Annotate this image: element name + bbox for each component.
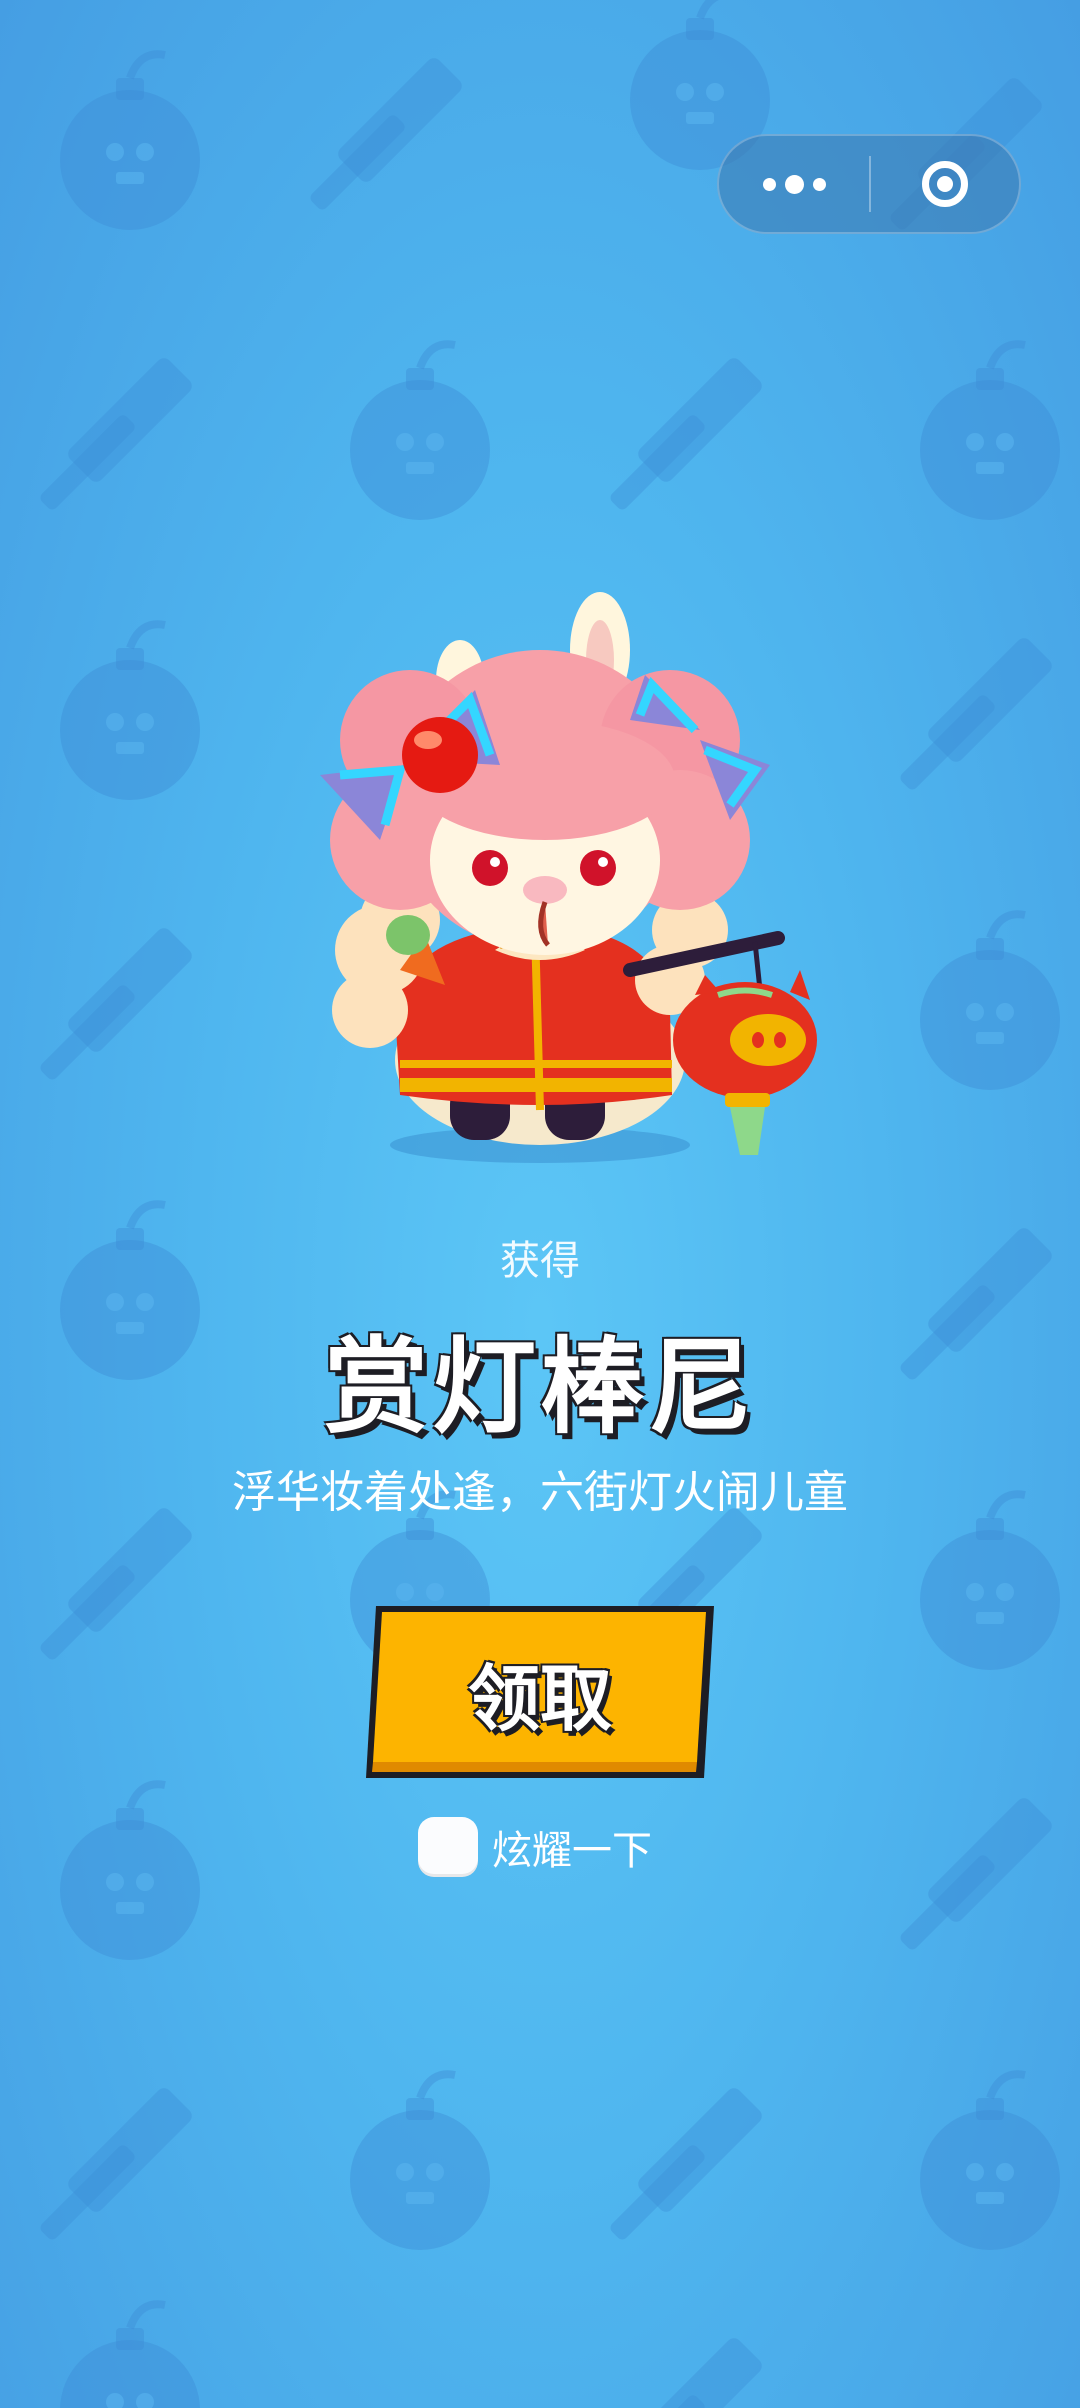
background-pattern	[38, 0, 1080, 2408]
share-label: 炫耀一下	[492, 1828, 652, 1874]
share-toggle[interactable]: 炫耀一下	[418, 1816, 652, 1878]
claim-button[interactable]: 领取	[362, 1600, 718, 1784]
item-description: 浮华妆着处逢，六街灯火闹儿童	[232, 1467, 848, 1518]
miniprogram-capsule	[717, 134, 1021, 234]
claim-button-label: 领取	[467, 1656, 612, 1741]
item-name: 赏灯棒尼	[323, 1326, 756, 1448]
obtain-label: 获得	[500, 1238, 580, 1284]
target-close-icon	[922, 161, 968, 207]
close-miniprogram-button[interactable]	[871, 136, 1019, 232]
share-checkbox[interactable]	[418, 1817, 478, 1877]
more-dots-icon[interactable]	[719, 136, 869, 232]
bunny-lantern-character	[320, 592, 817, 1163]
